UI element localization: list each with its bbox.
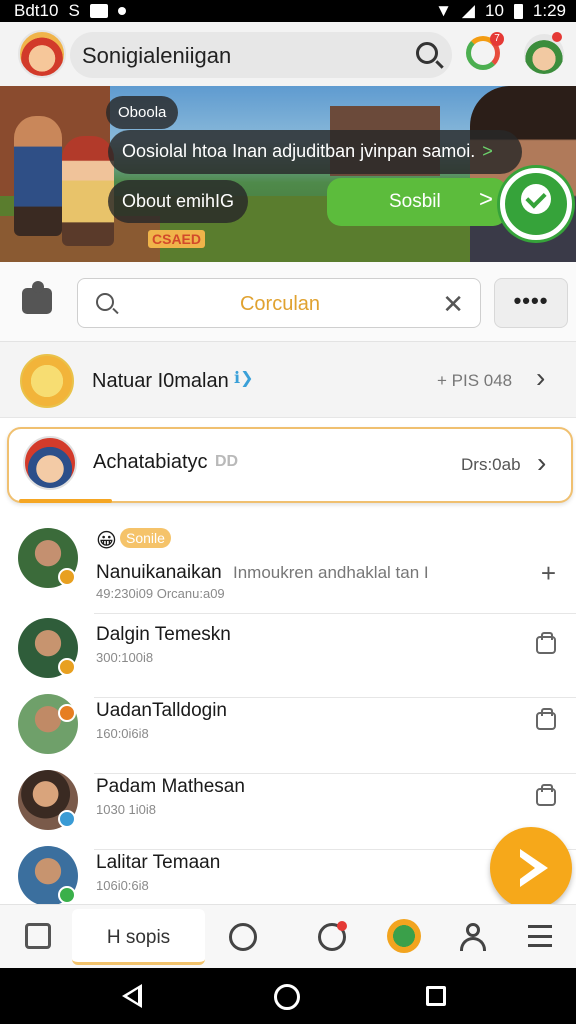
notification-badge: 7 — [490, 32, 504, 46]
chat-icon[interactable] — [229, 923, 257, 951]
sos-button-label: Sosbil — [389, 191, 441, 212]
featured-avatar-icon — [20, 354, 74, 408]
message-icon[interactable] — [536, 708, 556, 730]
bottom-nav: H sopis — [0, 904, 576, 968]
filter-row: Corculan ✕ •••• — [0, 262, 576, 342]
contact-row[interactable]: Dalgin Temeskn 300:100i8 — [0, 614, 576, 698]
menu-icon-line — [528, 935, 552, 938]
banner-pill-small-text: Oboola — [118, 104, 167, 121]
status-sim: S — [68, 1, 80, 20]
status-dot-icon — [58, 568, 76, 586]
add-icon[interactable]: + — [541, 558, 556, 589]
clear-icon[interactable]: ✕ — [442, 289, 464, 320]
confirm-check-button[interactable] — [500, 168, 572, 240]
puzzle-icon[interactable] — [22, 281, 52, 314]
play-fab-button[interactable] — [490, 827, 572, 909]
contact-avatar — [18, 694, 78, 754]
contact-name: Dalgin Temeskn — [96, 624, 231, 645]
top-search-text: Sonigialeniigan — [82, 43, 232, 68]
profile-icon[interactable] — [460, 923, 486, 951]
banner-badge: CSAED — [148, 230, 206, 248]
menu-icon[interactable] — [528, 925, 552, 947]
contact-name: UadanTalldogin — [96, 700, 227, 721]
profile-icon-head — [466, 923, 480, 937]
signal-icon: ◢ — [461, 1, 475, 20]
notification-dot-icon — [117, 7, 126, 15]
card-name: Achatabiatyc — [93, 451, 208, 473]
contact-name-text: Nanuikanaikan — [96, 562, 222, 583]
app-bar: Sonigialeniigan 7 — [0, 22, 576, 86]
home-icon[interactable] — [274, 984, 300, 1010]
status-bar: Bdt10 S ▼ ◢ 10 1:29 — [0, 0, 576, 22]
contact-name: Lalitar Temaan — [96, 852, 221, 873]
banner-message-text: Oosiolal htoa Inan adjuditban jvinpan sa… — [122, 141, 476, 161]
promo-banner[interactable]: Oboola Oosiolal htoa Inan adjuditban jvi… — [0, 86, 576, 262]
status-dot-icon — [58, 704, 76, 722]
map-icon[interactable] — [387, 919, 421, 953]
friend-status-dot — [552, 32, 562, 42]
featured-tag: ℹ❯ — [234, 370, 254, 387]
status-carrier: Bdt10 — [14, 1, 59, 20]
contact-subtitle: 106i0:6i8 — [96, 878, 149, 893]
contact-subtitle: 49:230i09 Orcanu:a09 — [96, 586, 225, 601]
active-card-row[interactable]: Achatabiatyc DD Drs:0ab › — [7, 427, 573, 503]
photo-icon — [89, 4, 108, 18]
contact-row[interactable]: Padam Mathesan 1030 1i0i8 — [0, 766, 576, 850]
check-icon — [521, 184, 551, 214]
status-dot-icon — [58, 658, 76, 676]
profile-icon-body — [460, 937, 486, 951]
chevron-right-icon: › — [537, 447, 547, 478]
contact-name: Nanuikanaikan Inmoukren andhaklal tan I — [96, 562, 429, 584]
more-options-button[interactable]: •••• — [494, 278, 568, 328]
banner-message[interactable]: Oosiolal htoa Inan adjuditban jvinpan sa… — [108, 130, 522, 174]
contact-subtitle: 300:100i8 — [96, 650, 154, 665]
filter-search-value: Corculan — [239, 293, 321, 315]
play-icon-inner — [520, 857, 535, 879]
profile-avatar-icon[interactable] — [18, 30, 66, 78]
contact-subtitle: 160:0i6i8 — [96, 726, 149, 741]
contact-row[interactable]: UadanTalldogin 160:0i6i8 — [0, 690, 576, 774]
card-tag: DD — [215, 453, 239, 470]
featured-row[interactable]: Natuar I0malan ℹ❯ + PIS 048 › — [0, 342, 576, 418]
message-icon[interactable] — [536, 784, 556, 806]
chevron-right-icon: > — [478, 186, 493, 213]
chevron-right-icon: > — [482, 141, 493, 161]
wifi-icon: ▼ — [435, 1, 452, 20]
contact-row[interactable]: Nanuikanaikan Inmoukren andhaklal tan I … — [0, 524, 576, 614]
system-nav-bar — [0, 968, 576, 1024]
filter-search-input[interactable]: Corculan ✕ — [77, 278, 481, 328]
sos-button[interactable]: Sosbil > — [327, 178, 507, 226]
card-avatar-icon — [23, 436, 77, 490]
status-dot-icon — [58, 810, 76, 828]
status-time: 1:29 — [532, 1, 566, 20]
status-dot-icon — [58, 886, 76, 904]
card-progress-bar — [19, 499, 112, 503]
chevron-right-icon: › — [536, 362, 546, 393]
nav-tab-active-label: H sopis — [106, 927, 171, 948]
banner-pill-mid-text: Obout emihIG — [122, 191, 235, 211]
search-icon[interactable] — [416, 42, 438, 64]
gallery-icon[interactable] — [25, 923, 51, 949]
featured-meta: + PIS 048 — [437, 371, 513, 390]
signal-text: 10 — [484, 1, 504, 20]
contact-name: Padam Mathesan — [96, 776, 245, 797]
banner-pill-mid[interactable]: Obout emihIG — [108, 180, 249, 223]
featured-name: Natuar I0malan — [92, 370, 229, 392]
battery-icon — [513, 3, 523, 19]
message-icon[interactable] — [536, 632, 556, 654]
top-search-bar[interactable]: Sonigialeniigan — [70, 32, 452, 78]
contact-preview-text: Inmoukren andhaklal tan I — [232, 563, 429, 582]
banner-character-1 — [14, 116, 62, 236]
banner-character-2 — [62, 136, 114, 246]
timer-badge — [337, 921, 347, 931]
banner-pill-small: Oboola — [106, 96, 179, 129]
back-icon[interactable] — [122, 984, 142, 1008]
recents-icon[interactable] — [426, 986, 446, 1006]
nav-tab-active[interactable]: H sopis — [72, 909, 205, 965]
card-meta: Drs:0ab — [461, 455, 521, 474]
contact-subtitle: 1030 1i0i8 — [96, 802, 156, 817]
